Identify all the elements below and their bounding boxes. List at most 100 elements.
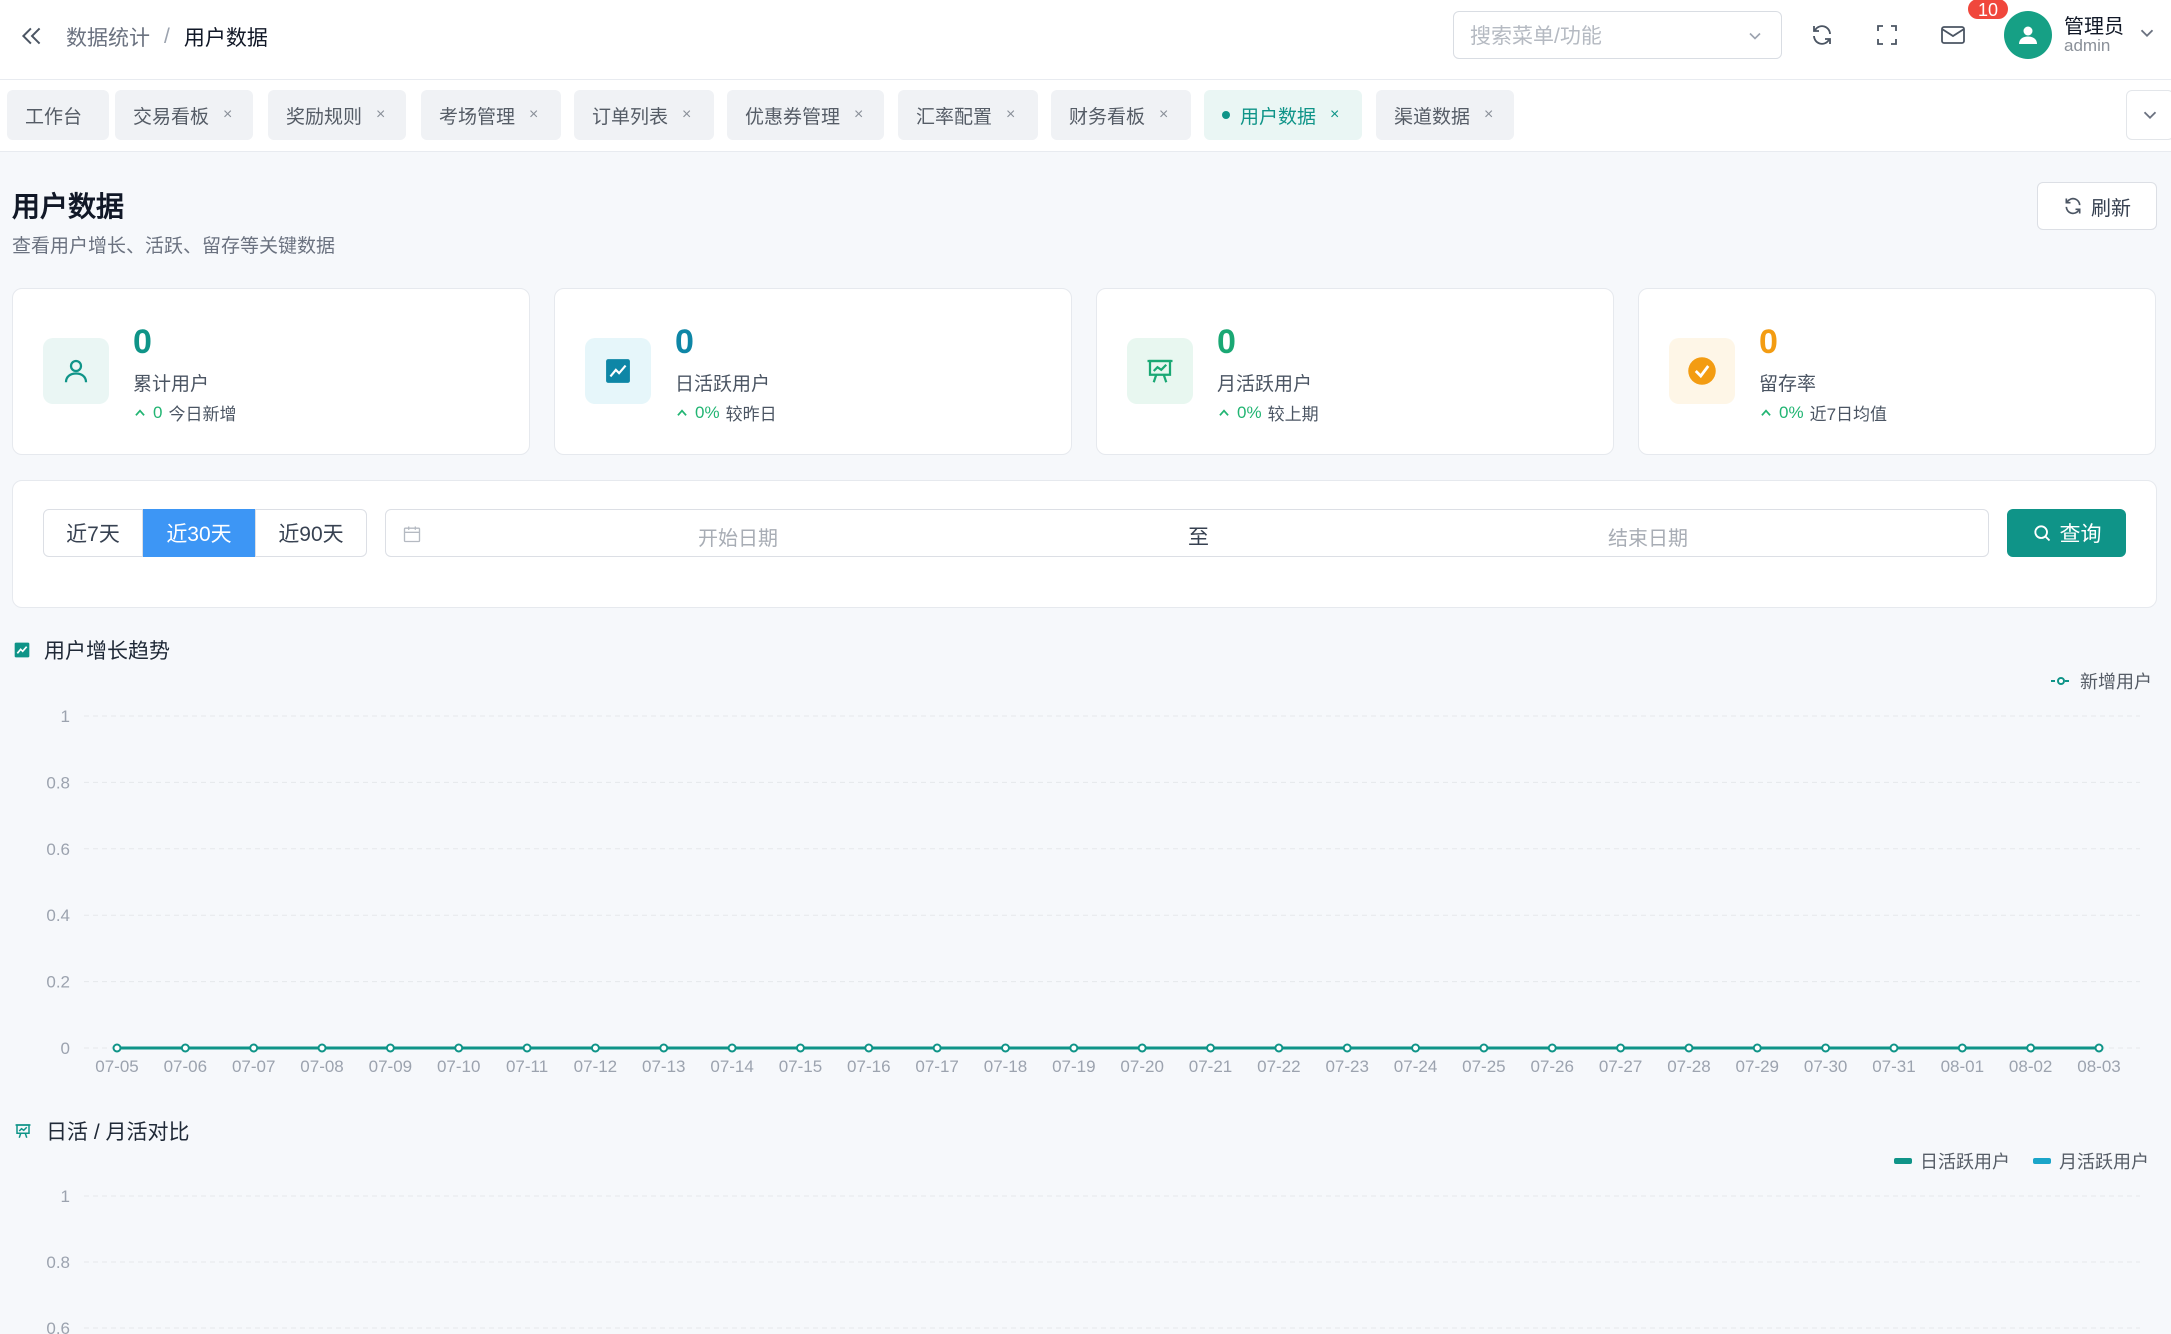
range-30-days-button[interactable]: 近30天	[143, 509, 255, 557]
start-date-input[interactable]: 开始日期	[698, 522, 778, 551]
check-circle-icon	[1669, 338, 1735, 404]
stat-label: 留存率	[1759, 374, 1817, 395]
tabs-bar: 工作台 交易看板 × 奖励规则 × 考场管理 × 订单列表 × 优惠券管理 × 汇率配置 ×…	[0, 80, 2171, 152]
delta-value: 0	[153, 402, 163, 422]
data-point	[522, 1043, 532, 1053]
tab-close-icon[interactable]: ×	[529, 106, 538, 124]
tab-channel-data[interactable]: 渠道数据 ×	[1376, 90, 1514, 140]
tab-reward-rules[interactable]: 奖励规则 ×	[268, 90, 406, 140]
messages-button[interactable]	[1935, 17, 1971, 53]
y-tick-label: 0.4	[46, 906, 70, 925]
delta-value: 0%	[1237, 402, 1262, 422]
collapse-sidebar-button[interactable]	[14, 18, 50, 54]
legend-swatch	[1894, 1158, 1912, 1164]
tab-user-data[interactable]: 用户数据 ×	[1204, 90, 1362, 140]
tab-close-icon[interactable]: ×	[682, 106, 691, 124]
reload-page-button[interactable]	[1804, 17, 1840, 53]
date-range-picker[interactable]: 开始日期 至 结束日期	[385, 509, 1989, 557]
tab-label: 汇率配置	[916, 106, 993, 128]
x-tick-label: 07-22	[1257, 1057, 1300, 1076]
query-button[interactable]: 查询	[2007, 509, 2126, 557]
stat-value: 0	[1759, 323, 1778, 361]
tab-order-list[interactable]: 订单列表 ×	[574, 90, 714, 140]
stat-delta: 0% 较上期	[1217, 400, 1319, 425]
data-point	[1889, 1043, 1899, 1053]
y-tick-label: 1	[61, 707, 70, 726]
x-tick-label: 07-30	[1804, 1057, 1847, 1076]
range-7-days-button[interactable]: 近7天	[43, 509, 143, 557]
x-tick-label: 07-23	[1325, 1057, 1368, 1076]
section-title-text: 日活 / 月活对比	[46, 1121, 190, 1144]
tab-workbench[interactable]: 工作台	[7, 90, 109, 140]
data-point	[1000, 1043, 1010, 1053]
chevron-down-icon	[2143, 111, 2157, 120]
x-tick-label: 07-09	[369, 1057, 412, 1076]
tab-label: 财务看板	[1069, 106, 1146, 128]
chevron-down-icon[interactable]	[2136, 22, 2158, 44]
end-date-input[interactable]: 结束日期	[1608, 522, 1688, 551]
stat-label: 日活跃用户	[675, 374, 771, 395]
tab-label: 考场管理	[439, 106, 516, 128]
double-chevron-left-icon	[21, 27, 41, 45]
x-tick-label: 07-10	[437, 1057, 480, 1076]
x-tick-label: 07-11	[506, 1057, 548, 1076]
tab-close-icon[interactable]: ×	[1484, 106, 1493, 124]
tab-label: 优惠券管理	[745, 106, 841, 128]
x-tick-label: 07-26	[1530, 1057, 1573, 1076]
tab-label: 渠道数据	[1394, 106, 1471, 128]
tab-close-icon[interactable]: ×	[1330, 106, 1339, 124]
tab-exchange-rate[interactable]: 汇率配置 ×	[898, 90, 1038, 140]
x-tick-label: 07-05	[95, 1057, 138, 1076]
x-tick-label: 07-14	[710, 1057, 753, 1076]
tabs-more-button[interactable]	[2126, 90, 2171, 140]
data-point	[112, 1043, 122, 1053]
data-point	[727, 1043, 737, 1053]
tab-label: 工作台	[25, 106, 83, 128]
data-point	[659, 1043, 669, 1053]
tab-finance-board[interactable]: 财务看板 ×	[1051, 90, 1191, 140]
page-subtitle: 查看用户增长、活跃、留存等关键数据	[12, 236, 336, 257]
fullscreen-button[interactable]	[1869, 17, 1905, 53]
x-tick-label: 07-27	[1599, 1057, 1642, 1076]
tab-close-icon[interactable]: ×	[854, 106, 863, 124]
chevron-down-icon	[1749, 32, 1761, 40]
x-tick-label: 08-03	[2077, 1057, 2120, 1076]
tab-coupons[interactable]: 优惠券管理 ×	[727, 90, 884, 140]
data-point	[1137, 1043, 1147, 1053]
trend-chart-icon	[14, 642, 30, 658]
refresh-button[interactable]: 刷新	[2037, 182, 2157, 230]
data-point	[1957, 1043, 1967, 1053]
user-name[interactable]: 管理员	[2064, 10, 2124, 39]
stat-delta: 0% 近7日均值	[1759, 400, 1887, 425]
y-tick-label: 0.8	[46, 773, 70, 792]
x-tick-label: 07-28	[1667, 1057, 1710, 1076]
delta-label: 较上期	[1267, 405, 1319, 424]
chevron-up-icon	[135, 408, 145, 416]
tab-trade-board[interactable]: 交易看板 ×	[115, 90, 253, 140]
data-point	[1069, 1043, 1079, 1053]
breadcrumb-item[interactable]: 数据统计	[66, 22, 150, 52]
data-point	[932, 1043, 942, 1053]
tab-close-icon[interactable]: ×	[223, 106, 232, 124]
x-tick-label: 08-01	[1941, 1057, 1984, 1076]
x-tick-label: 07-12	[574, 1057, 617, 1076]
x-tick-label: 07-29	[1736, 1057, 1779, 1076]
presentation-icon	[15, 1124, 31, 1138]
breadcrumb-current: 用户数据	[183, 27, 268, 50]
tab-close-icon[interactable]: ×	[1159, 106, 1168, 124]
x-tick-label: 07-31	[1872, 1057, 1915, 1076]
x-tick-label: 07-25	[1462, 1057, 1505, 1076]
menu-search-input[interactable]: 搜索菜单/功能	[1453, 11, 1782, 59]
range-90-days-button[interactable]: 近90天	[255, 509, 367, 557]
chart-legend[interactable]: 新增用户	[2050, 668, 2152, 694]
tab-exam-venues[interactable]: 考场管理 ×	[421, 90, 561, 140]
x-tick-label: 07-19	[1052, 1057, 1095, 1076]
data-point	[1206, 1043, 1216, 1053]
tab-close-icon[interactable]: ×	[1006, 106, 1015, 124]
mail-icon	[1941, 26, 1965, 44]
tab-close-icon[interactable]: ×	[376, 106, 385, 124]
notification-badge: 10	[1966, 0, 2011, 21]
avatar[interactable]	[2004, 11, 2052, 59]
stat-card-retention: 0 留存率 0% 近7日均值	[1638, 288, 2156, 455]
top-header: 数据统计 / 用户数据 搜索菜单/功能 10 管理员 admin	[0, 0, 2171, 80]
